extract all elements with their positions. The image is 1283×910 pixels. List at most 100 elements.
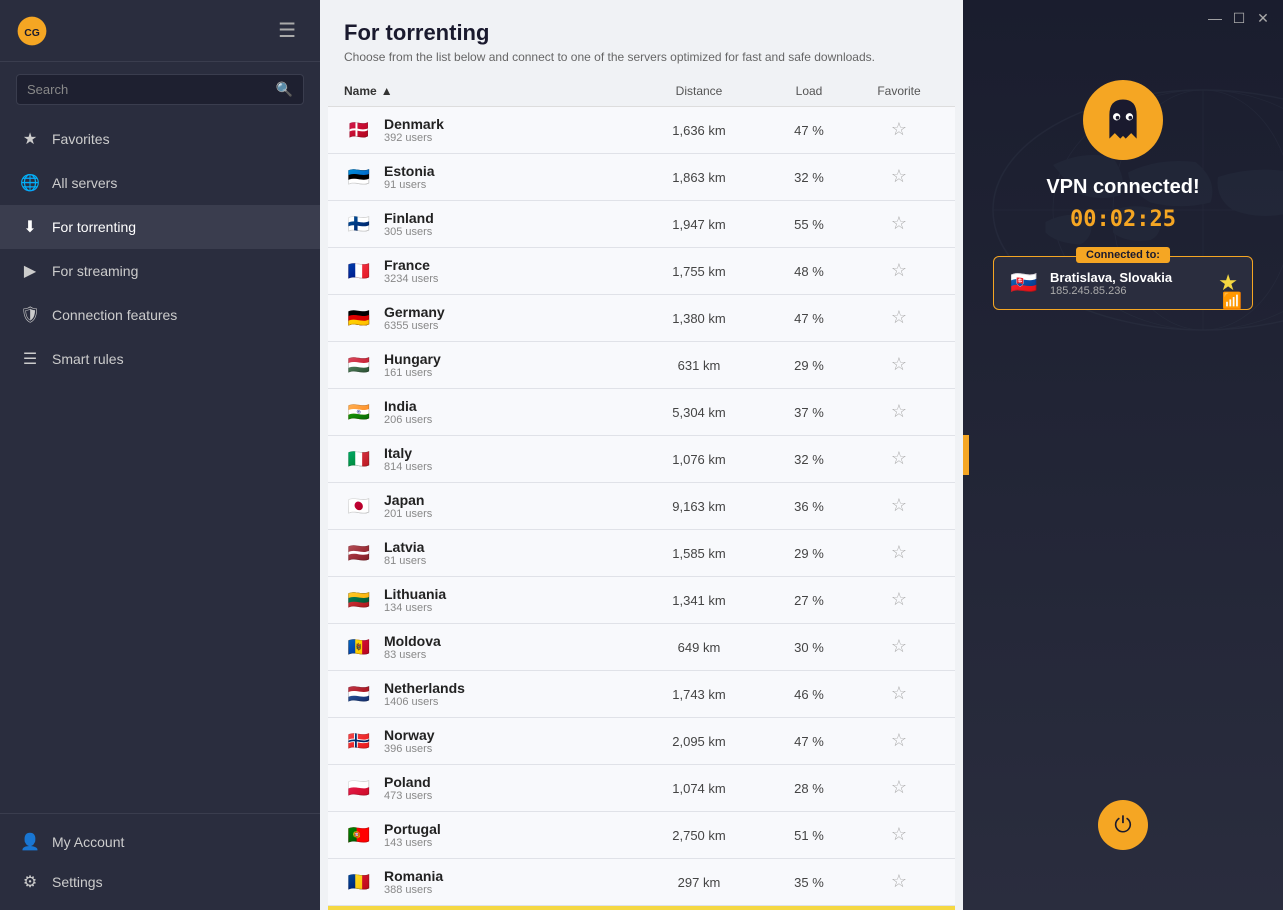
favorite-button[interactable]: ☆	[891, 402, 907, 420]
flag-circle: 🇵🇹	[344, 820, 374, 850]
favorite-button[interactable]: ☆	[891, 261, 907, 279]
server-info: Finland 305 users	[384, 210, 434, 238]
favorite-button[interactable]: ☆	[891, 167, 907, 185]
load-value: 30 %	[759, 640, 859, 655]
favorite-button[interactable]: ☆	[891, 496, 907, 514]
flag-circle: 🇱🇻	[344, 538, 374, 568]
sidebar-item-smart-rules[interactable]: ☰ Smart rules	[0, 337, 320, 381]
flag-circle: 🇭🇺	[344, 350, 374, 380]
ghost-logo	[1083, 80, 1163, 160]
favorite-button[interactable]: ☆	[891, 543, 907, 561]
table-row[interactable]: 🇮🇹 Italy 814 users 1,076 km 32 % ☆	[328, 436, 955, 483]
favorite-button[interactable]: ☆	[891, 684, 907, 702]
sidebar-item-connection-features[interactable]: 🛡 Connection features	[0, 293, 320, 337]
sidebar-item-for-streaming[interactable]: ▶ For streaming	[0, 249, 320, 293]
favorite-button[interactable]: ☆	[891, 872, 907, 890]
table-row[interactable]: 🇫🇮 Finland 305 users 1,947 km 55 % ☆	[328, 201, 955, 248]
server-name-cell: 🇱🇻 Latvia 81 users	[344, 538, 639, 568]
distance-value: 631 km	[639, 358, 759, 373]
search-input[interactable]	[27, 82, 276, 97]
streaming-icon: ▶	[20, 261, 40, 281]
flag-circle: 🇪🇪	[344, 162, 374, 192]
table-row[interactable]: 🇲🇩 Moldova 83 users 649 km 30 % ☆	[328, 624, 955, 671]
table-row[interactable]: 🇵🇹 Portugal 143 users 2,750 km 51 % ☆	[328, 812, 955, 859]
distance-value: 2,095 km	[639, 734, 759, 749]
load-value: 48 %	[759, 264, 859, 279]
column-name[interactable]: Name ▲	[344, 84, 639, 98]
distance-value: 1,947 km	[639, 217, 759, 232]
minimize-button[interactable]: —	[1207, 10, 1223, 26]
favorite-button[interactable]: ☆	[891, 214, 907, 232]
table-row[interactable]: 🇭🇺 Hungary 161 users 631 km 29 % ☆	[328, 342, 955, 389]
collapse-panel-button[interactable]: »	[963, 435, 969, 475]
table-row[interactable]: 🇫🇷 France 3234 users 1,755 km 48 % ☆	[328, 248, 955, 295]
favorite-button[interactable]: ☆	[891, 778, 907, 796]
favorite-button[interactable]: ☆	[891, 590, 907, 608]
table-row[interactable]: 🇩🇪 Germany 6355 users 1,380 km 47 % ☆	[328, 295, 955, 342]
table-row[interactable]: 🇱🇹 Lithuania 134 users 1,341 km 27 % ☆	[328, 577, 955, 624]
favorite-button[interactable]: ☆	[891, 449, 907, 467]
column-distance: Distance	[639, 84, 759, 98]
server-rows-container: 🇩🇰 Denmark 392 users 1,636 km 47 % ☆ 🇪🇪 …	[328, 107, 955, 910]
nav-items: ★ Favorites 🌐 All servers ⬇ For torrenti…	[0, 117, 320, 813]
connection-label: Connection features	[52, 307, 177, 323]
column-load: Load	[759, 84, 859, 98]
load-value: 37 %	[759, 405, 859, 420]
favorite-cell: ☆	[859, 543, 939, 563]
sidebar-item-favorites[interactable]: ★ Favorites	[0, 117, 320, 161]
country-name: Moldova	[384, 633, 441, 649]
favorite-button[interactable]: ☆	[891, 120, 907, 138]
table-row[interactable]: 🇩🇰 Denmark 392 users 1,636 km 47 % ☆	[328, 107, 955, 154]
user-count: 143 users	[384, 837, 441, 849]
streaming-label: For streaming	[52, 263, 138, 279]
server-info: Norway 396 users	[384, 727, 435, 755]
table-row[interactable]: 🇮🇳 India 206 users 5,304 km 37 % ☆	[328, 389, 955, 436]
favorite-button[interactable]: ☆	[891, 355, 907, 373]
user-count: 206 users	[384, 414, 432, 426]
server-table[interactable]: Name ▲ Distance Load Favorite 🇩🇰 Denmark…	[320, 76, 963, 910]
flag-circle: 🇫🇷	[344, 256, 374, 286]
favorite-button[interactable]: ☆	[891, 308, 907, 326]
sidebar-item-settings[interactable]: ⚙ Settings	[0, 862, 320, 902]
server-info: Portugal 143 users	[384, 821, 441, 849]
user-count: 305 users	[384, 226, 434, 238]
country-name: Poland	[384, 774, 432, 790]
power-button[interactable]: ⏻	[1098, 800, 1148, 850]
country-name: Norway	[384, 727, 435, 743]
table-row[interactable]: 🇳🇱 Netherlands 1406 users 1,743 km 46 % …	[328, 671, 955, 718]
load-value: 47 %	[759, 734, 859, 749]
table-row[interactable]: 🇷🇴 Romania 388 users 297 km 35 % ☆	[328, 859, 955, 906]
window-controls: — ☐ ✕	[1207, 10, 1271, 26]
power-icon: ⏻	[1114, 812, 1131, 838]
connected-ip: 185.245.85.236	[1050, 285, 1208, 297]
table-row[interactable]: 🇯🇵 Japan 201 users 9,163 km 36 % ☆	[328, 483, 955, 530]
distance-value: 2,750 km	[639, 828, 759, 843]
sidebar: CG ☰ 🔍 ★ Favorites 🌐 All servers ⬇ For t…	[0, 0, 320, 910]
connected-info: Bratislava, Slovakia 185.245.85.236	[1050, 270, 1208, 297]
cyberghost-logo: CG	[16, 15, 48, 47]
logo-area: CG	[16, 15, 48, 47]
favorite-button[interactable]: ☆	[891, 825, 907, 843]
settings-label: Settings	[52, 874, 103, 890]
vpn-status-area: VPN connected! 00:02:25 Connected to: 🇸🇰…	[993, 80, 1253, 310]
hamburger-menu[interactable]: ☰	[270, 14, 304, 47]
sidebar-item-all-servers[interactable]: 🌐 All servers	[0, 161, 320, 205]
table-row[interactable]: 🇳🇴 Norway 396 users 2,095 km 47 % ☆	[328, 718, 955, 765]
maximize-button[interactable]: ☐	[1231, 10, 1247, 26]
sidebar-item-my-account[interactable]: 👤 My Account	[0, 822, 320, 862]
close-button[interactable]: ✕	[1255, 10, 1271, 26]
table-row[interactable]: 🇵🇱 Poland 473 users 1,074 km 28 % ☆	[328, 765, 955, 812]
table-row[interactable]: 🇸🇰 Slovakia 95 users 776 km 34 % ★	[328, 906, 955, 910]
favorite-button[interactable]: ☆	[891, 637, 907, 655]
search-box[interactable]: 🔍	[16, 74, 304, 105]
user-count: 161 users	[384, 367, 441, 379]
favorite-button[interactable]: ☆	[891, 731, 907, 749]
server-info: Italy 814 users	[384, 445, 432, 473]
sidebar-item-for-torrenting[interactable]: ⬇ For torrenting	[0, 205, 320, 249]
table-row[interactable]: 🇪🇪 Estonia 91 users 1,863 km 32 % ☆	[328, 154, 955, 201]
table-row[interactable]: 🇱🇻 Latvia 81 users 1,585 km 29 % ☆	[328, 530, 955, 577]
ghost-svg	[1098, 95, 1148, 145]
svg-text:CG: CG	[24, 27, 40, 38]
vpn-connected-text: VPN connected!	[1046, 176, 1199, 199]
sidebar-header: CG ☰	[0, 0, 320, 62]
